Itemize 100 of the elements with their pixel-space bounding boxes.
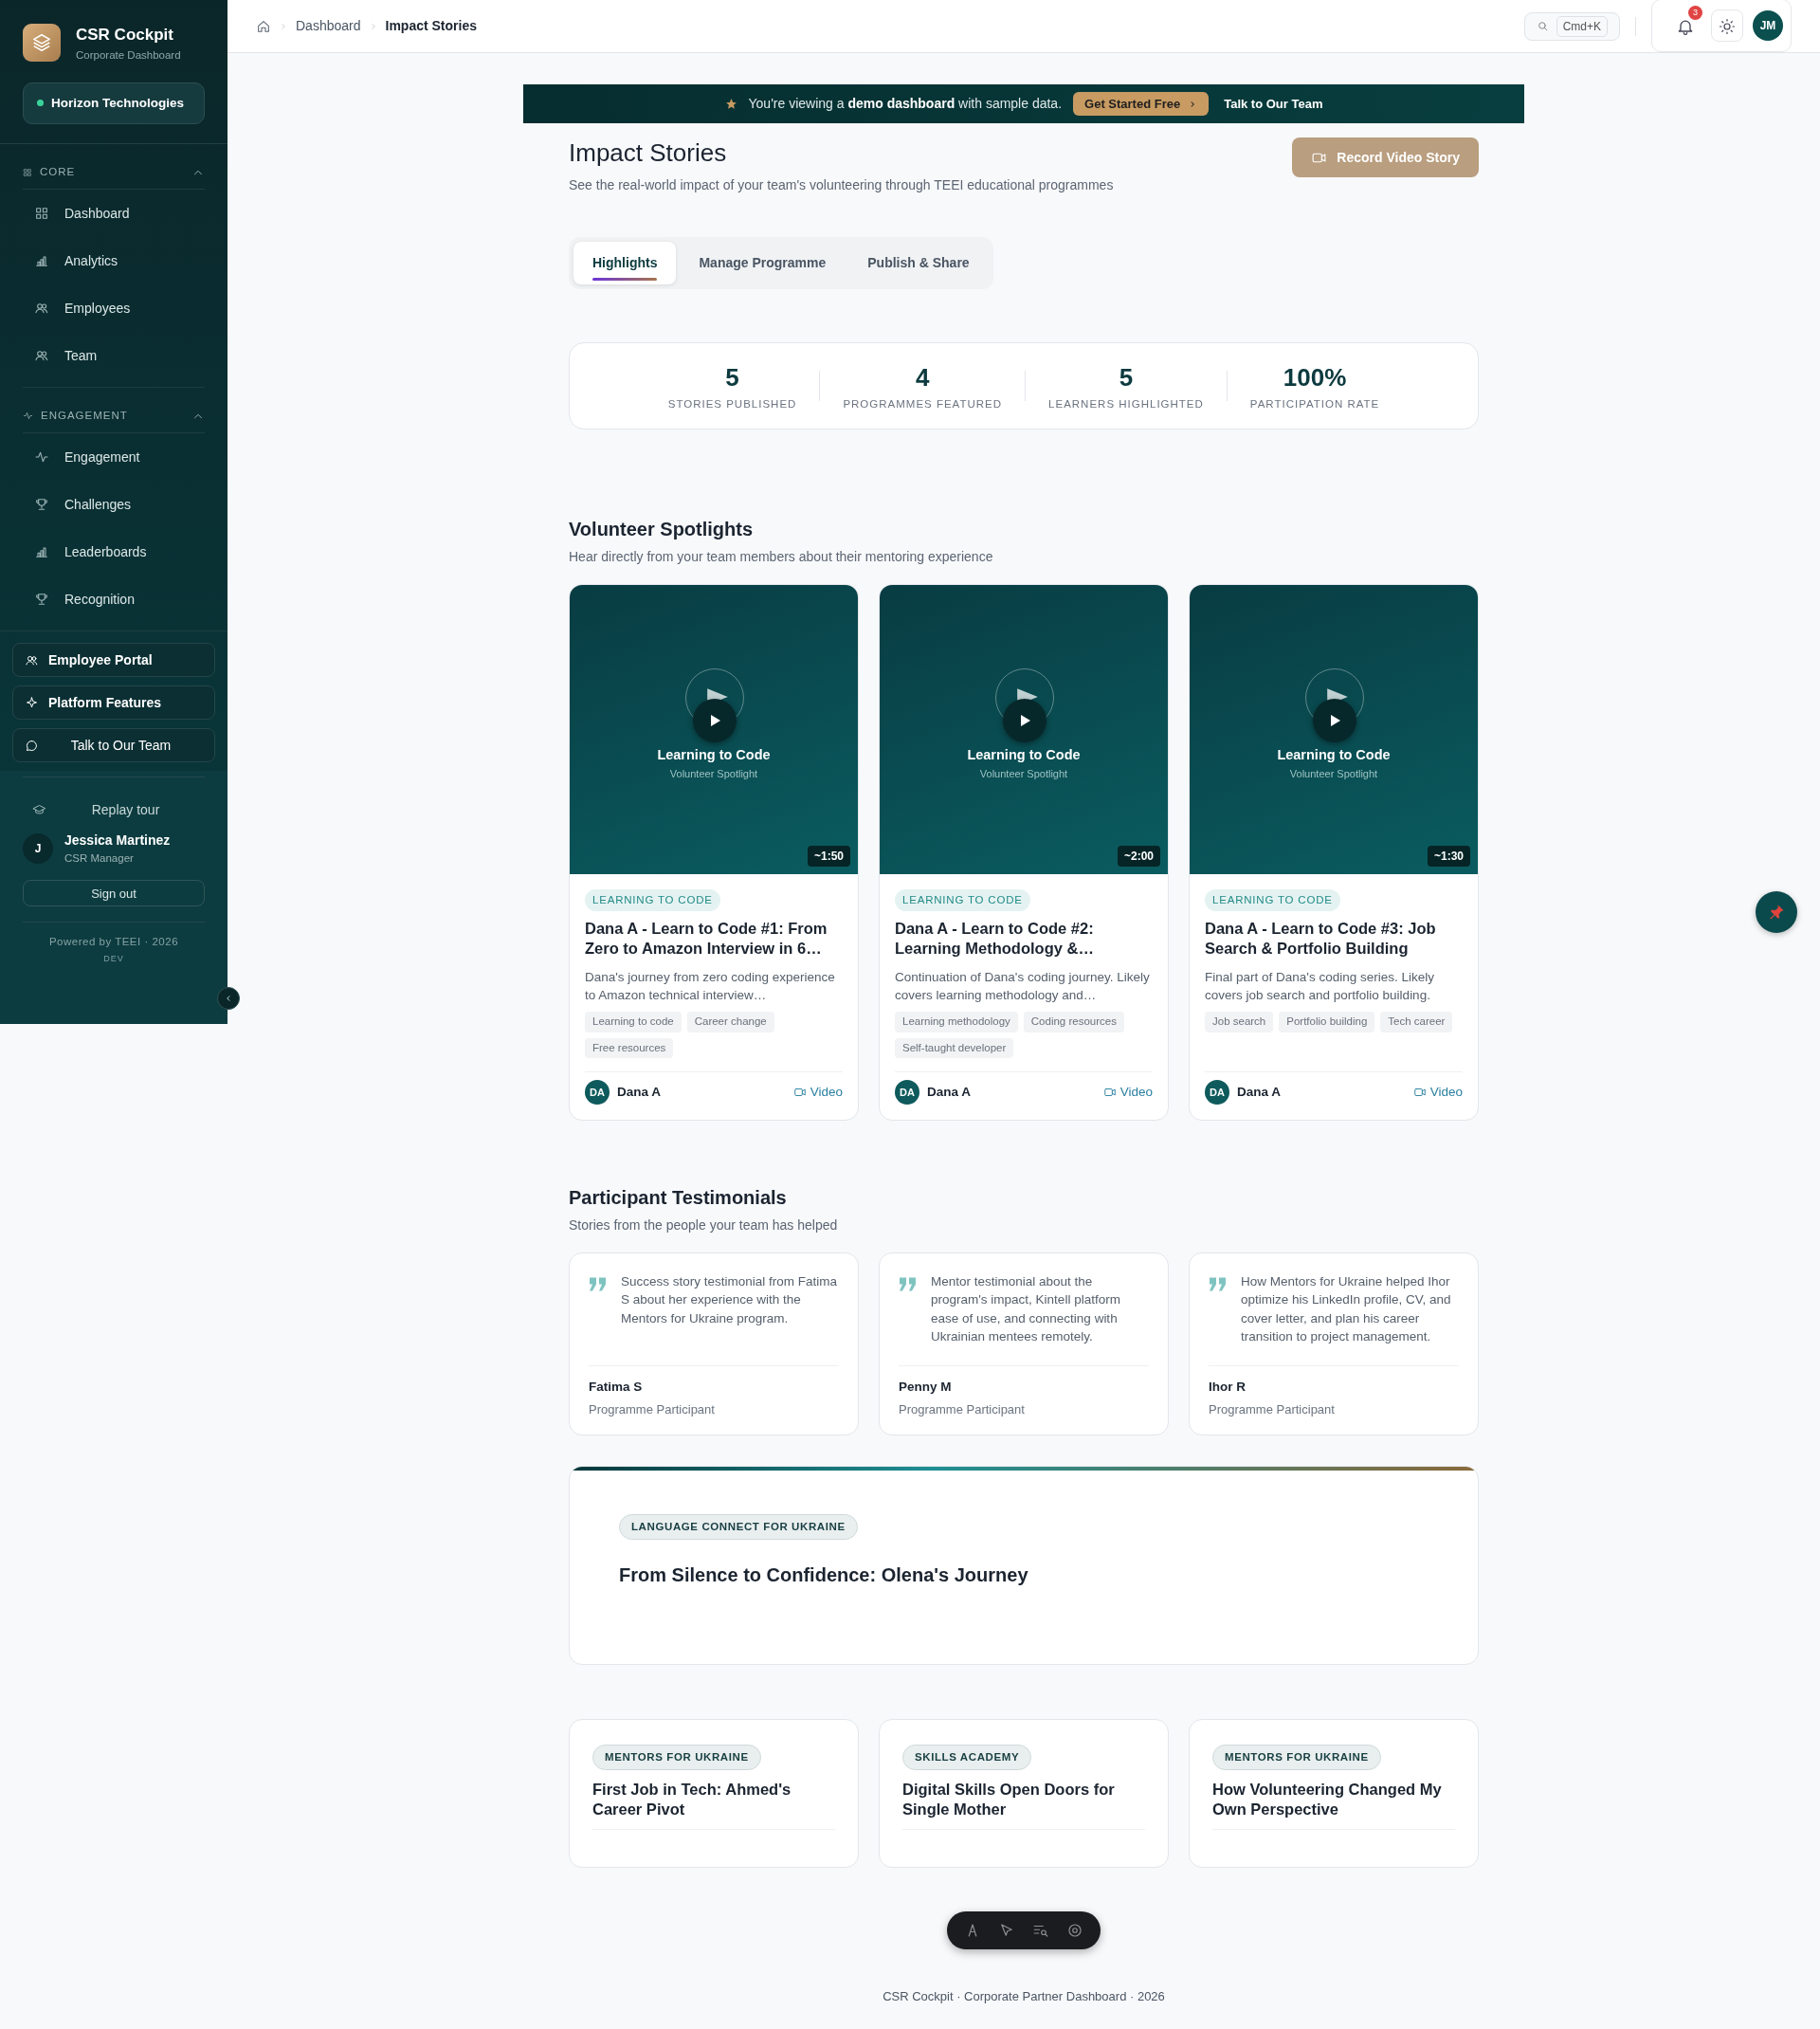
author-name: Dana A (617, 1083, 661, 1101)
story-title: How Volunteering Changed My Own Perspective (1212, 1779, 1455, 1830)
video-thumbnail[interactable]: Learning to Code Volunteer Spotlight ~1:50 (570, 585, 858, 874)
banner-link[interactable]: Talk to Our Team (1224, 94, 1323, 114)
sparkle-icon (25, 695, 39, 710)
play-button[interactable] (1313, 699, 1356, 742)
sidebar-item[interactable]: Analytics (23, 237, 205, 284)
pulse-icon (23, 411, 33, 421)
testimonial-quote: Success story testimonial from Fatima S about her experience with the Mentors for Ukraine program. (621, 1272, 839, 1327)
story-title: First Job in Tech: Ahmed's Career Pivot (592, 1779, 835, 1830)
thumbnail-subtitle: Volunteer Spotlight (979, 767, 1068, 782)
thumbnail-title: Learning to Code (1277, 746, 1391, 765)
story-card[interactable]: MENTORS FOR UKRAINE First Job in Tech: Ahmed's Career Pivot (569, 1718, 859, 1868)
people-icon (34, 301, 49, 316)
tab[interactable]: Publish & Share (848, 242, 989, 284)
quote-icon (899, 1275, 918, 1292)
collapse-sidebar-button[interactable] (217, 987, 240, 1010)
testimonial-quote: Mentor testimonial about the program's impact, Kintell platform ease of use, and connecting with Ukrainian mentees remotely. (931, 1272, 1121, 1346)
search-button[interactable]: Cmd+K (1523, 11, 1620, 41)
pin-button[interactable] (1756, 891, 1797, 933)
user-role: CSR Manager (64, 851, 135, 866)
people-icon (34, 348, 49, 363)
thumbnail-title: Learning to Code (657, 746, 771, 765)
replay-tour-button[interactable]: Replay tour (23, 795, 205, 825)
tab[interactable]: Manage Programme (680, 242, 846, 284)
user-avatar: J (23, 833, 53, 865)
testimonial-quote: How Mentors for Ukraine helped Ihor optimize his LinkedIn profile, CV, and cover letter, and plan his career transition to project management. (1241, 1272, 1452, 1346)
breadcrumb-item[interactable]: Dashboard (296, 16, 361, 36)
trophy-icon (34, 592, 49, 607)
theme-toggle-button[interactable] (1711, 9, 1743, 42)
play-button[interactable] (1003, 699, 1046, 742)
breadcrumb-item: Impact Stories (385, 17, 477, 35)
section-title: ENGAGEMENT (41, 408, 129, 423)
page-title: Impact Stories (569, 137, 728, 169)
video-title: Dana A - Learn to Code #1: From Zero to Amazon Interview in 6… (585, 919, 828, 960)
participant-name: Ihor R (1209, 1378, 1247, 1396)
play-button[interactable] (693, 699, 737, 742)
thumbnail-subtitle: Volunteer Spotlight (669, 767, 758, 782)
sidebar-item[interactable]: Employees (23, 284, 205, 332)
sidebar-link[interactable]: Talk to Our Team (12, 728, 215, 762)
home-icon (256, 18, 271, 34)
author-name: Dana A (1237, 1083, 1281, 1101)
sidebar-item[interactable]: Dashboard (23, 190, 205, 237)
section-header[interactable]: CORE (23, 155, 205, 190)
settings-icon (1066, 1921, 1083, 1939)
author-name: Dana A (927, 1083, 971, 1101)
video-link[interactable]: Video (792, 1082, 843, 1102)
programme-tag: SKILLS ACADEMY (902, 1744, 1032, 1770)
sidebar-item[interactable]: Challenges (23, 481, 205, 528)
search-icon (1536, 20, 1549, 32)
thumbnail-title: Learning to Code (967, 746, 1081, 765)
programme-tag: LEARNING TO CODE (895, 889, 1030, 912)
section-header[interactable]: ENGAGEMENT (23, 399, 205, 433)
organization-selector[interactable]: Horizon Technologies (23, 82, 205, 124)
status-dot-icon (37, 100, 44, 107)
topic-tag: Portfolio building (1279, 1012, 1375, 1033)
sidebar-link[interactable]: Platform Features (12, 685, 215, 720)
sidebar-link[interactable]: Employee Portal (12, 643, 215, 677)
sun-icon (1719, 17, 1736, 35)
star-icon (724, 98, 737, 110)
stat-label: LEARNERS HIGHLIGHTED (1048, 396, 1204, 411)
get-started-button[interactable]: Get Started Free (1073, 91, 1210, 117)
sidebar-item[interactable]: Team (23, 332, 205, 379)
video-card[interactable] (569, 584, 859, 1121)
sidebar-item[interactable]: Leaderboards (23, 528, 205, 576)
video-description: Continuation of Dana's coding journey. Likely covers learning methodology and… (895, 969, 1151, 1005)
sidebar-item[interactable]: Engagement (23, 433, 205, 481)
programme-tag: MENTORS FOR UKRAINE (1212, 1744, 1381, 1770)
stat-value: 4 (915, 361, 931, 393)
user-avatar[interactable]: JM (1753, 10, 1783, 41)
tab[interactable]: Highlights (573, 242, 677, 284)
video-link[interactable]: Video (1102, 1082, 1153, 1102)
video-title: Dana A - Learn to Code #2: Learning Methodology &… (895, 919, 1095, 960)
stat-value: 5 (1118, 361, 1135, 393)
chat-bubble-icon (25, 738, 39, 753)
video-card[interactable] (879, 584, 1169, 1121)
grid-icon (34, 206, 49, 221)
video-thumbnail[interactable]: Learning to Code Volunteer Spotlight ~2:00 (880, 585, 1168, 874)
author-avatar: DA (1205, 1079, 1229, 1105)
environment-label: DEV (102, 952, 125, 965)
bar-chart-icon (34, 253, 49, 268)
video-thumbnail[interactable]: Learning to Code Volunteer Spotlight ~1:30 (1190, 585, 1478, 874)
featured-story-card[interactable]: LANGUAGE CONNECT FOR UKRAINE From Silence to Confidence: Olena's Journey (569, 1465, 1479, 1665)
stat-label: STORIES PUBLISHED (667, 396, 797, 411)
participant-role: Programme Participant (589, 1401, 716, 1418)
story-title: From Silence to Confidence: Olena's Journey (619, 1563, 1029, 1587)
topic-tag: Self-taught developer (895, 1037, 1014, 1058)
video-link[interactable]: Video (1412, 1082, 1463, 1102)
notification-count: 3 (1688, 6, 1702, 20)
story-card[interactable]: MENTORS FOR UKRAINE How Volunteering Changed My Own Perspective (1189, 1718, 1479, 1868)
sidebar-item[interactable]: Recognition (23, 576, 205, 623)
section-subtitle: Stories from the people your team has helped (569, 1216, 839, 1234)
banner-text: You're viewing a demo dashboard with sample data. (748, 95, 1063, 113)
topic-tag: Career change (686, 1012, 774, 1033)
story-card[interactable]: SKILLS ACADEMY Digital Skills Open Doors for Single Mother (879, 1718, 1169, 1868)
video-card[interactable] (1189, 584, 1479, 1121)
topic-tag: Tech career (1380, 1012, 1453, 1033)
participant-name: Penny M (899, 1378, 953, 1396)
pushpin-icon (1767, 903, 1786, 922)
sign-out-button[interactable]: Sign out (23, 880, 205, 907)
